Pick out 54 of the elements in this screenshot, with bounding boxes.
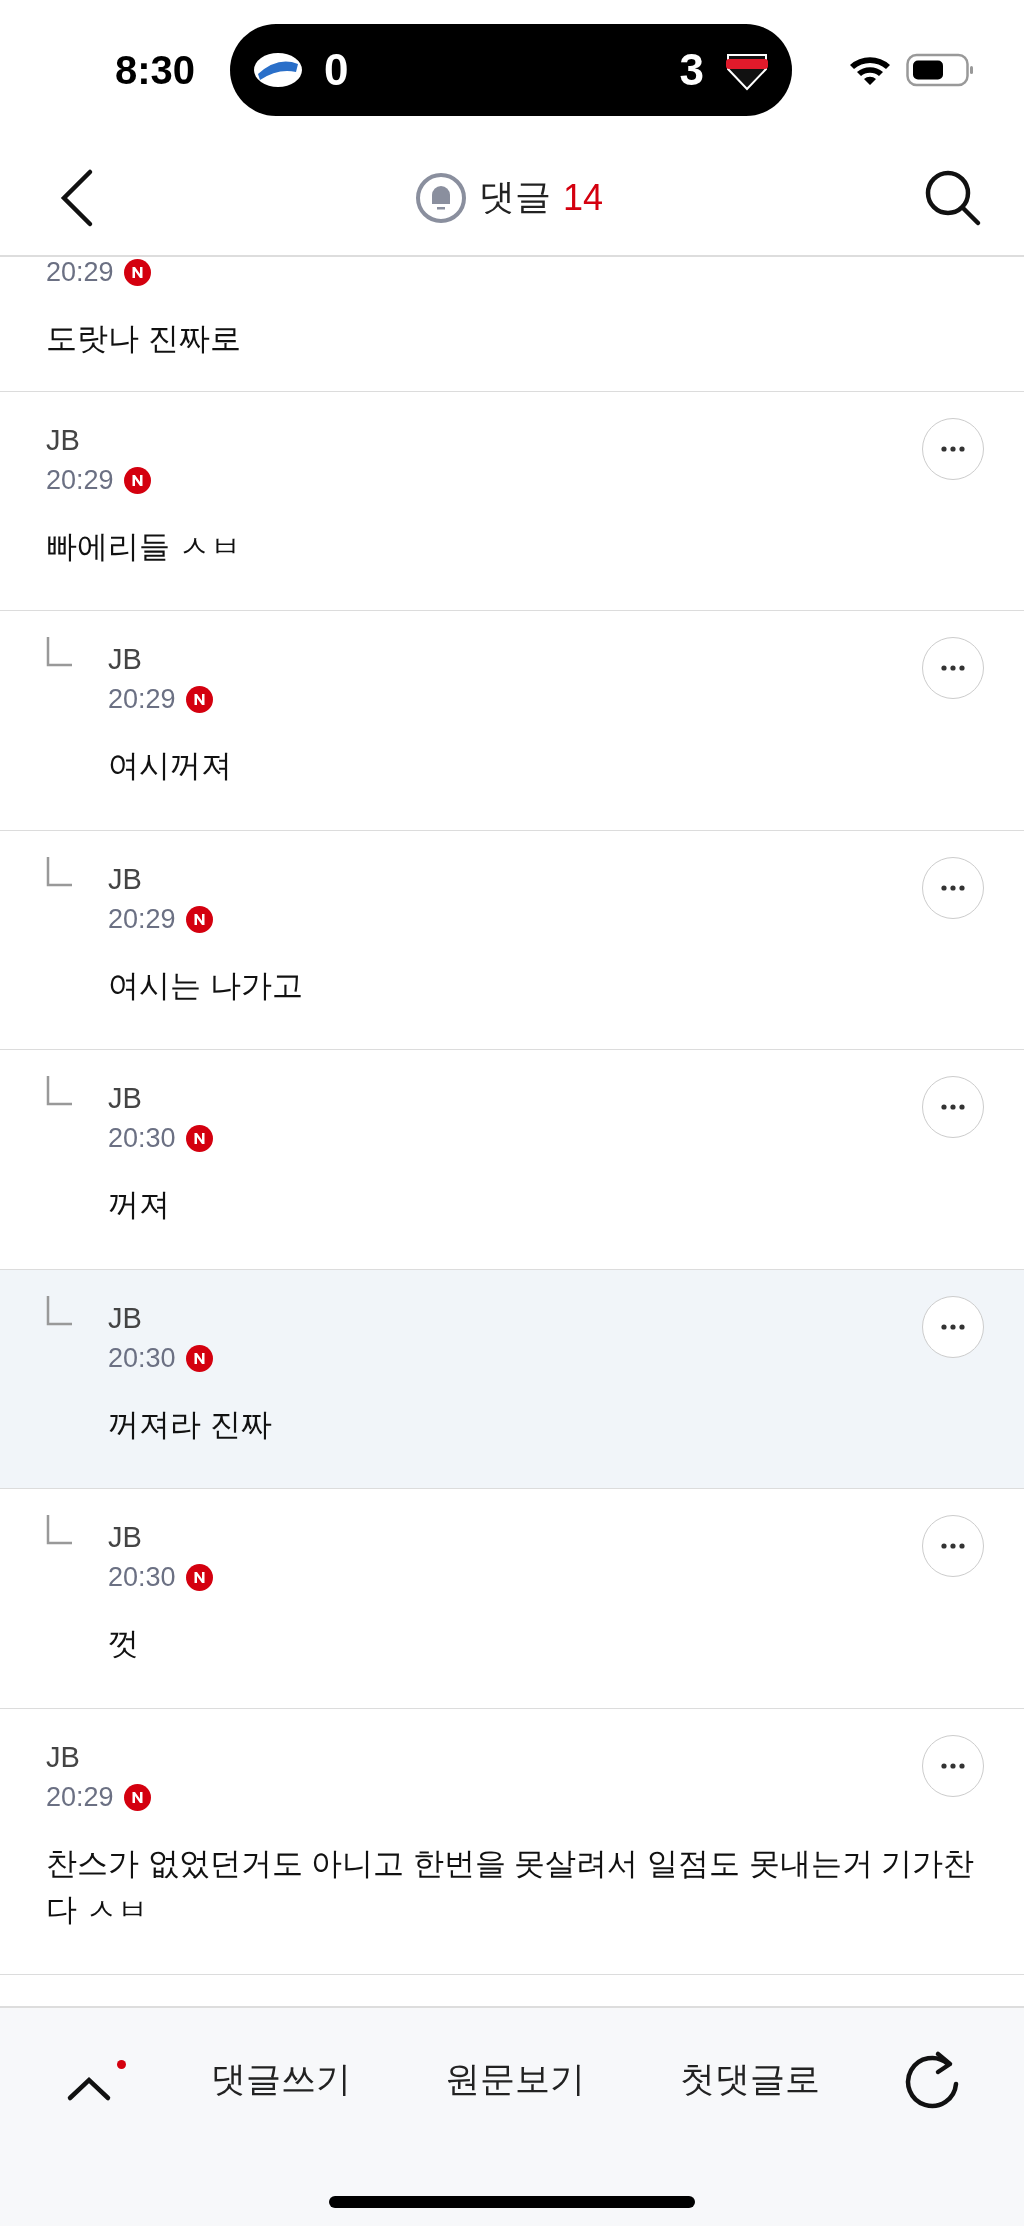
comment-text: 껏 bbox=[108, 1625, 139, 1663]
n-badge-icon bbox=[185, 1125, 213, 1152]
dots-icon bbox=[941, 665, 965, 671]
dots-icon bbox=[941, 445, 965, 452]
comment-text: 빠에리들 ㅅㅂ bbox=[46, 527, 241, 566]
comment-text: 꺼져라 진짜 bbox=[108, 1405, 272, 1444]
dots-icon bbox=[941, 1323, 965, 1330]
n-badge-icon bbox=[185, 1564, 213, 1591]
comment-time: 20:29 bbox=[46, 1781, 114, 1813]
n-badge-icon bbox=[185, 905, 213, 933]
author-name: JB bbox=[108, 643, 142, 676]
score: 0 bbox=[324, 45, 349, 95]
author-name: JB bbox=[46, 423, 80, 457]
comment-text: 꺼져 bbox=[108, 1186, 170, 1224]
author-name: JB bbox=[108, 1301, 142, 1335]
n-badge-icon bbox=[123, 1783, 151, 1811]
comment-time: 20:29 bbox=[46, 464, 114, 496]
dots-icon bbox=[941, 884, 965, 891]
bell-icon[interactable] bbox=[414, 171, 467, 224]
comment-text: 여시꺼져 bbox=[108, 747, 232, 785]
comment-text: 찬스가 없었던거도 아니고 한번을 못살려서 일점도 못내는거 기가찬다 ㅅㅂ bbox=[46, 1844, 976, 1929]
author-name: JB bbox=[108, 862, 142, 896]
reply-indent-icon bbox=[46, 637, 72, 667]
n-badge-icon bbox=[123, 466, 151, 494]
reply-indent-icon bbox=[46, 1515, 72, 1545]
comment-text: 도랏나 진짜로 bbox=[46, 320, 241, 358]
reply-indent-icon bbox=[46, 1295, 72, 1326]
score: 3 bbox=[679, 45, 704, 95]
author-name: JB bbox=[108, 1082, 142, 1115]
comment-time: 20:30 bbox=[108, 1342, 176, 1374]
comment-time: 20:30 bbox=[108, 1123, 176, 1154]
dots-icon bbox=[941, 1104, 965, 1110]
reply-indent-icon bbox=[46, 1076, 72, 1106]
comment-time: 20:29 bbox=[46, 257, 114, 288]
battery-icon bbox=[906, 53, 974, 87]
dots-icon bbox=[941, 1543, 965, 1549]
author-name: JB bbox=[108, 1521, 142, 1554]
comment-time: 20:29 bbox=[108, 684, 176, 715]
comment-count: 14 bbox=[562, 176, 603, 219]
toolbar-button[interactable]: 원문보기 bbox=[435, 2048, 595, 2111]
toolbar-button[interactable]: 첫댓글로 bbox=[669, 2048, 830, 2111]
team-logo-icon bbox=[252, 50, 304, 90]
toolbar-button[interactable]: 댓글쓰기 bbox=[200, 2048, 361, 2111]
page-title: 댓글 bbox=[478, 175, 551, 219]
comment-time: 20:29 bbox=[108, 903, 176, 935]
n-badge-icon bbox=[185, 686, 213, 713]
comment-text: 여시는 나가고 bbox=[108, 966, 303, 1005]
reply-indent-icon bbox=[46, 856, 72, 887]
comment-time: 20:30 bbox=[108, 1562, 176, 1593]
wifi-icon bbox=[848, 54, 892, 86]
n-badge-icon bbox=[185, 1344, 213, 1372]
clock: 8:30 bbox=[113, 47, 197, 93]
dots-icon bbox=[941, 1762, 965, 1769]
author-name: JB bbox=[46, 1740, 80, 1774]
